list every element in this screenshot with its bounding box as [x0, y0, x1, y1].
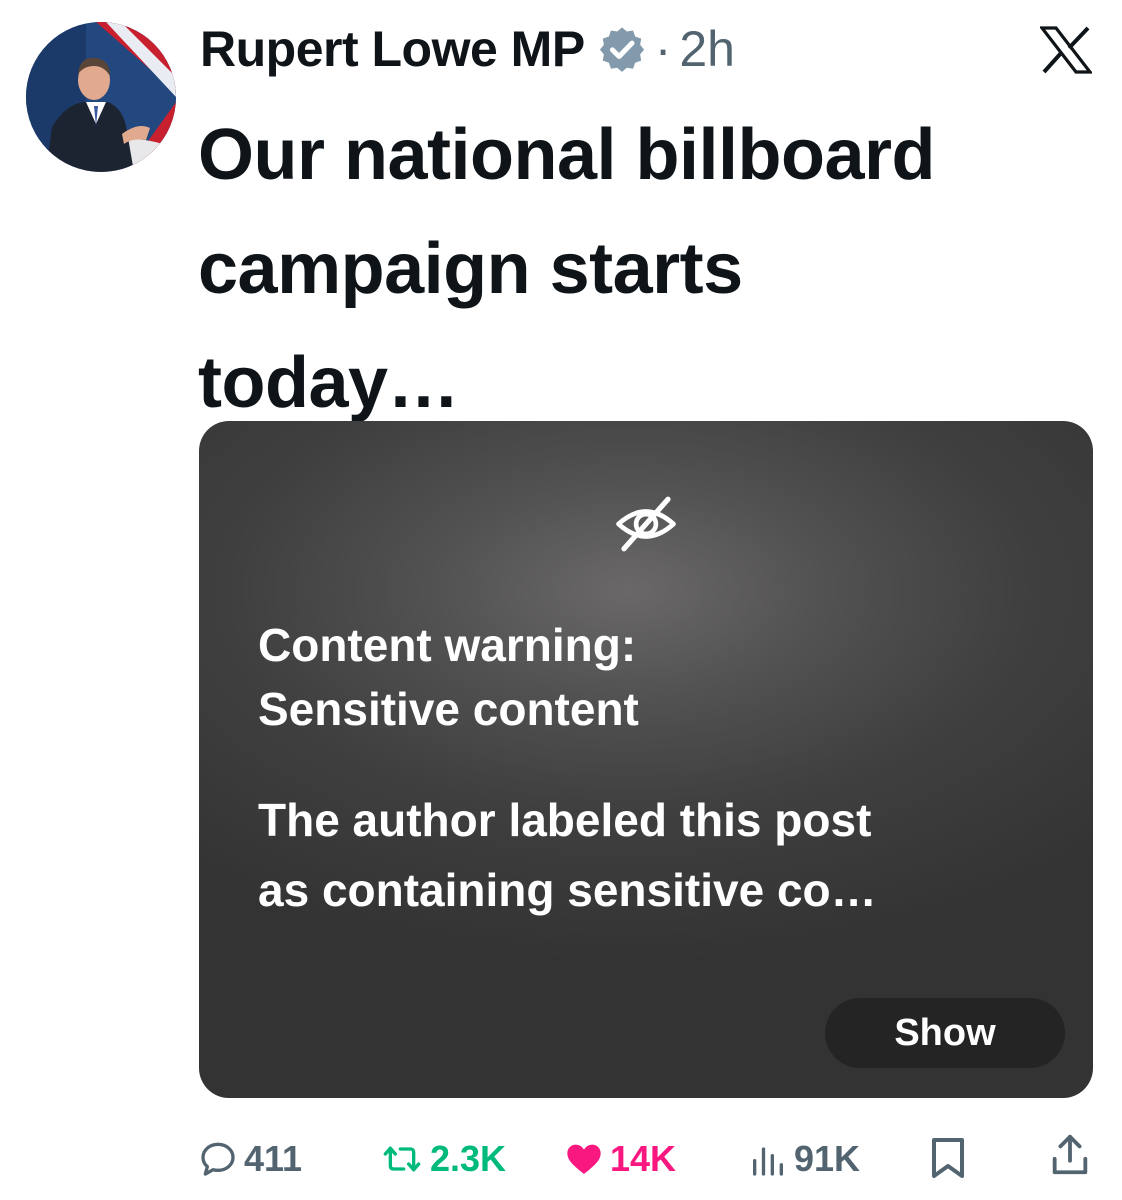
x-logo-icon — [1040, 26, 1092, 74]
verified-badge-icon[interactable] — [597, 24, 647, 74]
post-text-line: Our national billboard — [198, 115, 936, 195]
eye-slash-icon — [616, 496, 676, 552]
content-warning-title: Content warning: Sensitive content — [258, 613, 1058, 741]
retweet-icon — [383, 1146, 421, 1172]
like-count: 14K — [610, 1138, 677, 1179]
repost-button[interactable]: 2.3K — [380, 1132, 506, 1186]
reply-button[interactable]: 411 — [198, 1132, 302, 1186]
separator-dot: · — [654, 21, 672, 77]
heart-icon — [567, 1144, 601, 1174]
avatar[interactable] — [26, 22, 176, 172]
views-count: 91K — [794, 1138, 861, 1179]
author-name[interactable]: Rupert Lowe MP — [200, 20, 585, 78]
post: Rupert Lowe MP · 2h Our national billboa… — [0, 0, 1122, 1200]
reply-icon — [201, 1142, 235, 1176]
post-time[interactable]: 2h — [679, 20, 735, 78]
like-button[interactable]: 14K — [564, 1132, 676, 1186]
content-warning-description-line: The author labeled this post — [258, 794, 872, 846]
views-button[interactable]: 91K — [748, 1132, 860, 1186]
post-text-line: campaign starts — [198, 229, 743, 309]
content-warning-description-line: as containing sensitive co… — [258, 864, 877, 916]
views-icon — [753, 1147, 783, 1176]
post-text: Our national billboard campaign starts t… — [198, 98, 1098, 440]
show-button[interactable]: Show — [825, 998, 1065, 1068]
content-warning-description: The author labeled this post as containi… — [258, 785, 1058, 925]
content-warning-title-line: Sensitive content — [258, 683, 639, 735]
share-icon[interactable] — [1050, 1132, 1090, 1178]
bookmark-icon[interactable] — [930, 1136, 966, 1180]
post-header: Rupert Lowe MP · 2h — [200, 18, 735, 80]
reply-count: 411 — [244, 1138, 303, 1179]
repost-count: 2.3K — [430, 1138, 507, 1179]
avatar-photo — [26, 22, 176, 172]
sensitive-media-card[interactable]: Content warning: Sensitive content The a… — [199, 421, 1093, 1098]
content-warning-title-line: Content warning: — [258, 619, 637, 671]
